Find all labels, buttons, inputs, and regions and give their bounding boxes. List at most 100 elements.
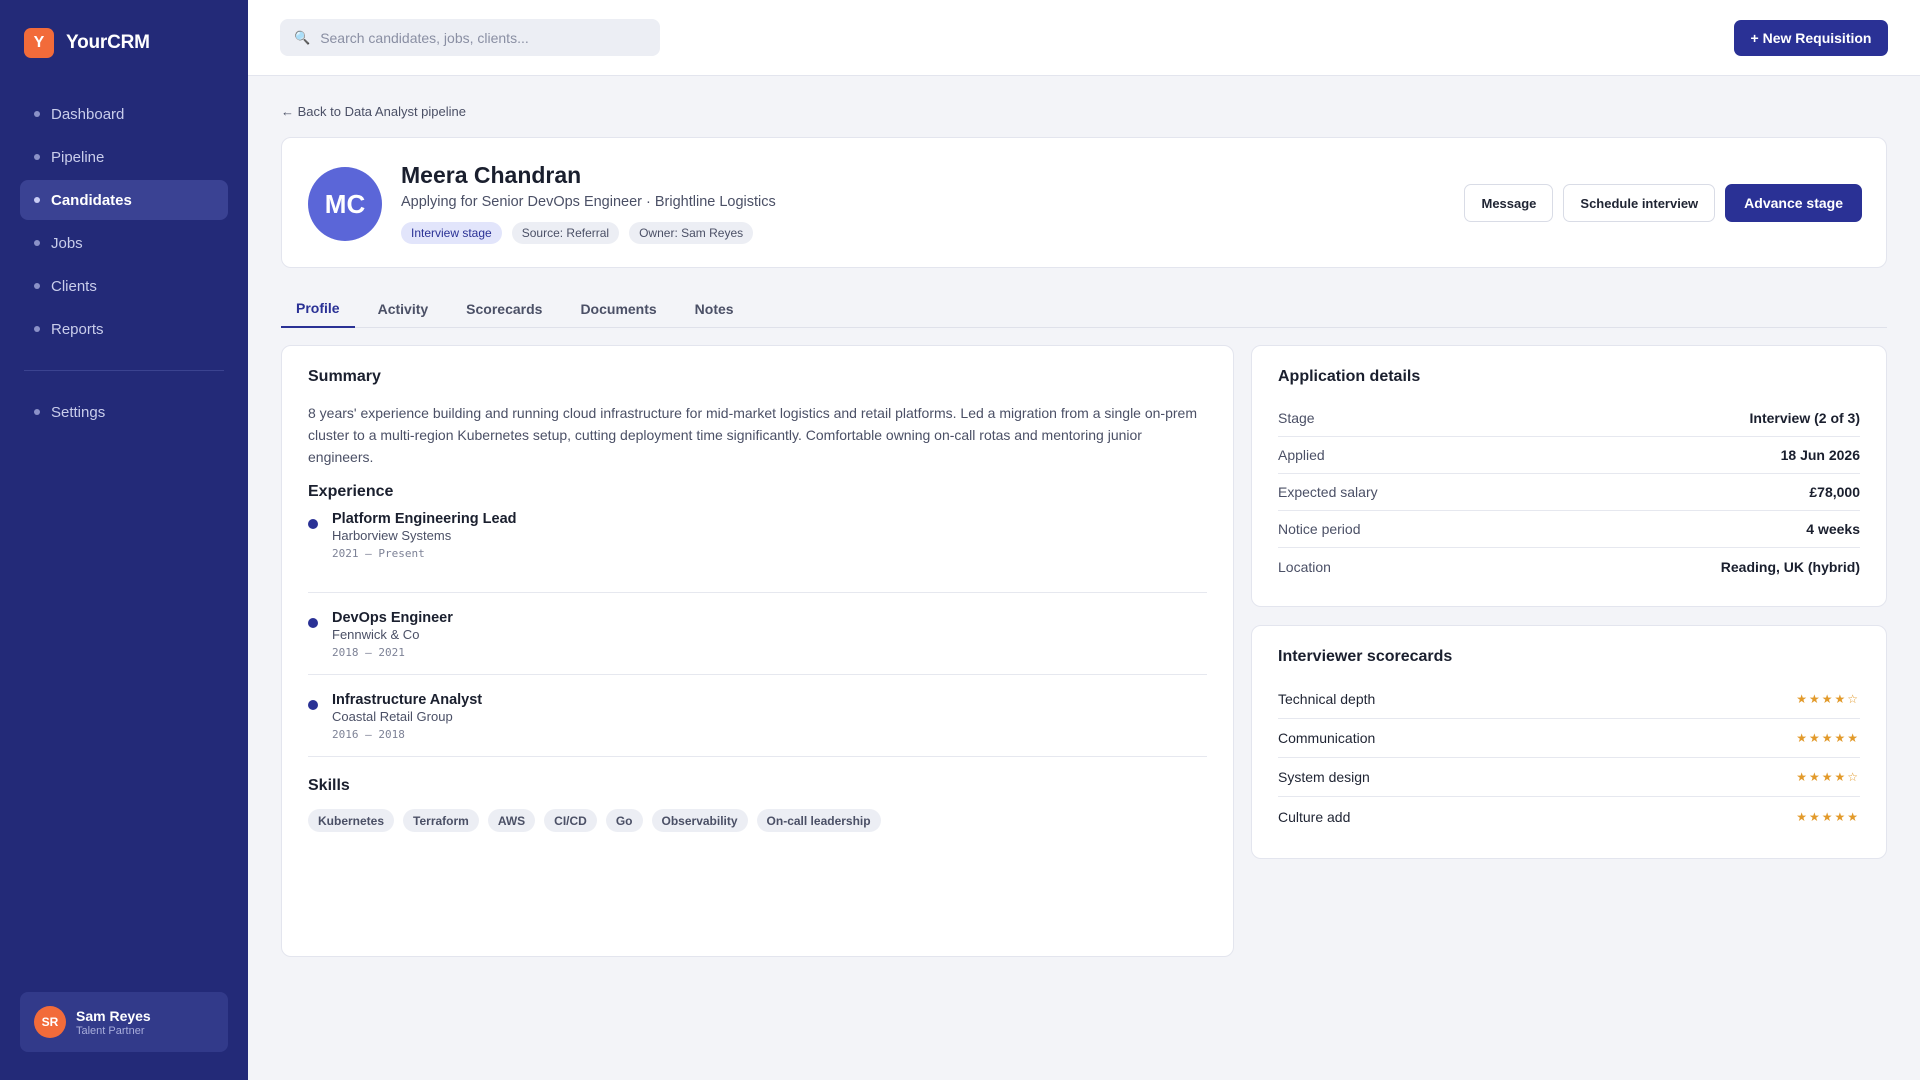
user-info: Sam Reyes Talent Partner — [76, 1008, 151, 1037]
advance-stage-button[interactable]: Advance stage — [1725, 184, 1862, 222]
star-rating-icon: ★★★★★ — [1796, 809, 1860, 824]
skill-chip: Terraform — [403, 809, 479, 832]
detail-row: Location Reading, UK (hybrid) — [1278, 548, 1860, 585]
profile-card: Summary 8 years' experience building and… — [281, 345, 1234, 957]
scorecards-list: Technical depth ★★★★☆ Communication ★★★★… — [1278, 680, 1860, 836]
brand-logo: Y — [24, 28, 54, 58]
sidebar-item-label: Candidates — [51, 191, 132, 209]
scorecard-label: Technical depth — [1278, 691, 1376, 707]
candidate-name: Meera Chandran — [401, 162, 582, 188]
bullet-icon — [34, 283, 40, 289]
candidate-actions: Message Schedule interview Advance stage — [1464, 184, 1862, 222]
detail-value: Reading, UK (hybrid) — [1720, 558, 1860, 575]
sidebar-item-reports[interactable]: Reports — [20, 309, 228, 349]
scorecards-title: Interviewer scorecards — [1278, 648, 1453, 665]
tab-scorecards[interactable]: Scorecards — [451, 290, 557, 328]
scorecard-label: System design — [1278, 769, 1370, 785]
candidate-avatar: MC — [308, 167, 382, 241]
experience-list: Platform Engineering Lead Harborview Sys… — [308, 511, 1207, 757]
experience-company: Harborview Systems — [332, 528, 452, 543]
experience-dates: 2016 — 2018 — [332, 728, 405, 741]
owner-badge: Owner: Sam Reyes — [629, 222, 754, 244]
sidebar-item-label: Pipeline — [51, 148, 105, 166]
sidebar-item-settings[interactable]: Settings — [20, 392, 228, 432]
schedule-interview-button[interactable]: Schedule interview — [1563, 184, 1716, 222]
detail-key: Notice period — [1278, 521, 1361, 537]
back-link[interactable]: ← Back to Data Analyst pipeline — [281, 104, 466, 119]
experience-company: Coastal Retail Group — [332, 709, 453, 724]
tab-activity[interactable]: Activity — [363, 290, 444, 328]
experience-item: Platform Engineering Lead Harborview Sys… — [308, 511, 1207, 593]
bullet-icon — [34, 326, 40, 332]
sidebar-item-label: Dashboard — [51, 105, 125, 123]
skill-chip: On-call leadership — [756, 809, 881, 832]
skill-chip: CI/CD — [544, 809, 597, 832]
sidebar-nav: Dashboard Pipeline Candidates Jobs Clien… — [20, 94, 228, 352]
candidate-tags: Interview stage Source: Referral Owner: … — [401, 222, 754, 244]
skill-chip: Go — [605, 809, 643, 832]
sidebar: Y YourCRM Dashboard Pipeline Candidates … — [0, 0, 248, 1080]
experience-role: Platform Engineering Lead — [332, 511, 517, 527]
detail-row: Stage Interview (2 of 3) — [1278, 400, 1860, 437]
search-input[interactable] — [320, 29, 641, 46]
experience-title: Experience — [308, 483, 394, 500]
avatar: SR — [34, 1006, 66, 1038]
experience-role: Infrastructure Analyst — [332, 692, 483, 708]
source-badge: Source: Referral — [511, 222, 620, 244]
scorecard-row: System design ★★★★☆ — [1278, 758, 1860, 797]
candidate-subtitle: Applying for Senior DevOps Engineer · Br… — [401, 194, 776, 210]
user-name: Sam Reyes — [76, 1007, 151, 1024]
search-icon: 🔍 — [294, 29, 311, 45]
sidebar-settings-group: Settings — [20, 392, 228, 435]
scorecard-row: Communication ★★★★★ — [1278, 719, 1860, 758]
detail-value: 4 weeks — [1806, 521, 1860, 537]
sidebar-item-label: Reports — [51, 320, 104, 338]
scorecard-label: Culture add — [1278, 808, 1351, 825]
detail-key: Applied — [1278, 447, 1325, 463]
timeline-dot-icon — [308, 519, 318, 529]
sidebar-item-dashboard[interactable]: Dashboard — [20, 94, 228, 134]
detail-key: Expected salary — [1278, 484, 1378, 500]
message-button[interactable]: Message — [1464, 184, 1554, 222]
candidate-header-card: MC Meera Chandran Applying for Senior De… — [281, 137, 1887, 268]
bullet-icon — [34, 154, 40, 160]
detail-key: Location — [1278, 558, 1331, 575]
search-bar[interactable]: 🔍 — [280, 19, 660, 56]
timeline-dot-icon — [308, 618, 318, 628]
sidebar-item-label: Jobs — [51, 234, 83, 252]
sidebar-item-clients[interactable]: Clients — [20, 266, 228, 306]
application-details-list: Stage Interview (2 of 3) Applied 18 Jun … — [1278, 400, 1860, 585]
star-rating-icon: ★★★★★ — [1796, 731, 1860, 745]
brand-name: YourCRM — [66, 32, 150, 53]
skill-chip: Kubernetes — [308, 809, 395, 832]
bullet-icon — [34, 111, 40, 117]
scorecard-label: Communication — [1278, 730, 1376, 746]
timeline-dot-icon — [308, 700, 318, 710]
sidebar-item-candidates[interactable]: Candidates — [20, 180, 228, 220]
summary-text: 8 years' experience building and running… — [308, 405, 1197, 465]
scorecard-row: Culture add ★★★★★ — [1278, 797, 1860, 836]
sidebar-item-label: Clients — [51, 277, 97, 295]
star-rating-icon: ★★★★☆ — [1796, 770, 1860, 784]
skill-chip: AWS — [487, 809, 536, 832]
sidebar-item-pipeline[interactable]: Pipeline — [20, 137, 228, 177]
detail-value: Interview (2 of 3) — [1749, 410, 1860, 426]
skill-chip: Observability — [651, 809, 748, 832]
topbar: 🔍 + New Requisition — [248, 0, 1920, 76]
brand[interactable]: Y YourCRM — [24, 28, 150, 58]
summary-title: Summary — [308, 368, 381, 385]
tab-documents[interactable]: Documents — [565, 290, 671, 328]
experience-dates: 2018 — 2021 — [332, 646, 405, 659]
user-card[interactable]: SR Sam Reyes Talent Partner — [20, 992, 228, 1052]
new-requisition-button[interactable]: + New Requisition — [1734, 20, 1888, 56]
bullet-icon — [34, 409, 40, 415]
experience-dates: 2021 — Present — [332, 547, 425, 560]
detail-value: £78,000 — [1809, 484, 1860, 500]
star-rating-icon: ★★★★☆ — [1796, 692, 1860, 706]
tab-notes[interactable]: Notes — [680, 290, 749, 328]
detail-row: Expected salary £78,000 — [1278, 474, 1860, 511]
experience-company: Fennwick & Co — [332, 627, 420, 642]
tab-profile[interactable]: Profile — [281, 290, 355, 328]
sidebar-item-jobs[interactable]: Jobs — [20, 223, 228, 263]
scorecard-row: Technical depth ★★★★☆ — [1278, 680, 1860, 719]
